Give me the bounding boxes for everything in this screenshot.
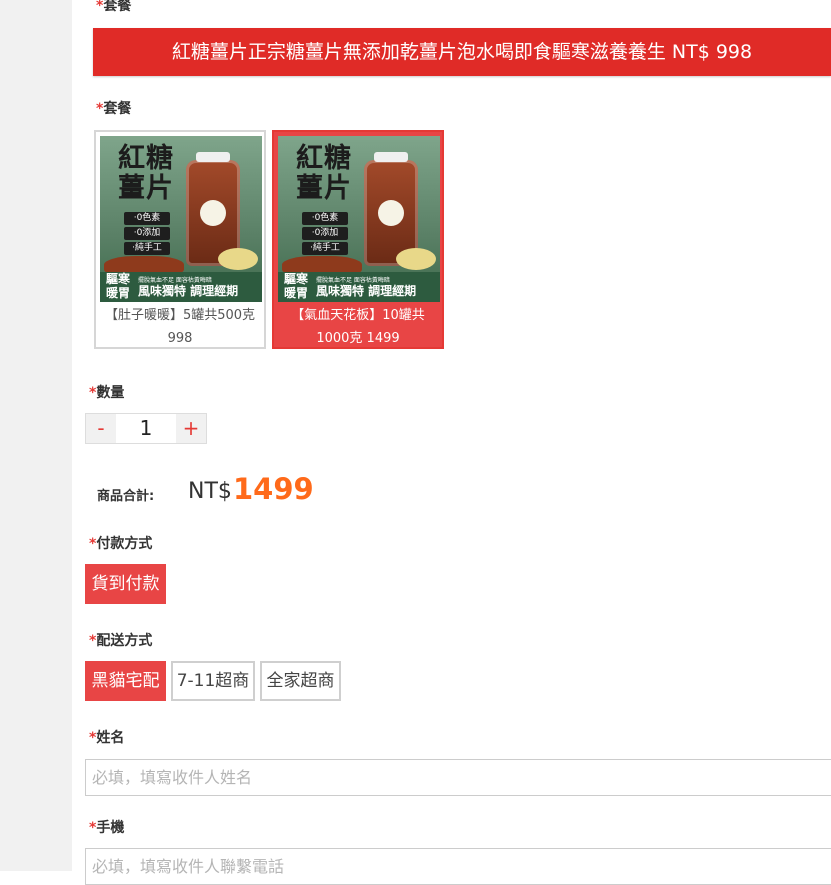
left-gutter bbox=[0, 0, 72, 871]
quantity-value[interactable]: 1 bbox=[116, 414, 176, 443]
total-currency: NT$ bbox=[188, 479, 232, 504]
package-image-2: 紅糖 薑片 ·0色素 ·0添加 ·純手工 驅寒 暖胃 擺脫氣血不足 面容枯黃晦暗… bbox=[278, 136, 440, 302]
package-option-2[interactable]: 紅糖 薑片 ·0色素 ·0添加 ·純手工 驅寒 暖胃 擺脫氣血不足 面容枯黃晦暗… bbox=[272, 130, 444, 349]
image-right-text: 風味獨特 調理經期 bbox=[316, 284, 417, 298]
image-left-text: 驅寒 暖胃 bbox=[283, 272, 308, 300]
image-tag: ·純手工 bbox=[124, 242, 170, 255]
image-tag: ·0添加 bbox=[124, 227, 170, 240]
selected-package-banner: 紅糖薑片正宗糖薑片無添加乾薑片泡水喝即食驅寒滋養養生 NT$ 998 bbox=[93, 28, 831, 76]
package-caption-2: 【氣血天花板】10罐共 1000克 1499 bbox=[291, 308, 425, 346]
image-title: 紅糖 薑片 bbox=[296, 143, 352, 204]
increase-quantity-button[interactable]: + bbox=[176, 414, 206, 443]
total-label: 商品合計: bbox=[97, 489, 155, 504]
shipping-option-home-delivery[interactable]: 黑貓宅配 bbox=[85, 661, 166, 701]
image-tag: ·純手工 bbox=[302, 242, 348, 255]
image-title: 紅糖 薑片 bbox=[118, 143, 174, 204]
payment-option-cod[interactable]: 貨到付款 bbox=[85, 564, 166, 604]
shipping-option-familymart[interactable]: 全家超商 bbox=[260, 661, 341, 701]
total-amount: 1499 bbox=[233, 472, 314, 506]
quantity-label: *數量 bbox=[89, 385, 125, 401]
image-left-text: 驅寒 暖胃 bbox=[105, 272, 130, 300]
shipping-label: *配送方式 bbox=[89, 633, 153, 649]
image-tag: ·0色素 bbox=[124, 212, 170, 225]
package-option-1[interactable]: 紅糖 薑片 ·0色素 ·0添加 ·純手工 驅寒 暖胃 擺脫氣血不足 面容枯黃晦暗… bbox=[94, 130, 266, 349]
image-tag: ·0色素 bbox=[302, 212, 348, 225]
package-image-1: 紅糖 薑片 ·0色素 ·0添加 ·純手工 驅寒 暖胃 擺脫氣血不足 面容枯黃晦暗… bbox=[100, 136, 262, 302]
package-label-top: *套餐 bbox=[96, 0, 132, 14]
image-tag: ·0添加 bbox=[302, 227, 348, 240]
package-label: *套餐 bbox=[96, 101, 132, 117]
quantity-stepper: - 1 + bbox=[85, 413, 207, 444]
shipping-option-711[interactable]: 7-11超商 bbox=[171, 661, 255, 701]
phone-label: *手機 bbox=[89, 820, 125, 836]
package-caption-1: 【肚子暖暖】5罐共500克 998 bbox=[104, 308, 256, 346]
payment-label: *付款方式 bbox=[89, 536, 153, 552]
phone-input[interactable] bbox=[85, 848, 831, 885]
decrease-quantity-button[interactable]: - bbox=[86, 414, 116, 443]
name-input[interactable] bbox=[85, 759, 831, 796]
name-label: *姓名 bbox=[89, 730, 125, 746]
image-right-text: 風味獨特 調理經期 bbox=[138, 284, 239, 298]
